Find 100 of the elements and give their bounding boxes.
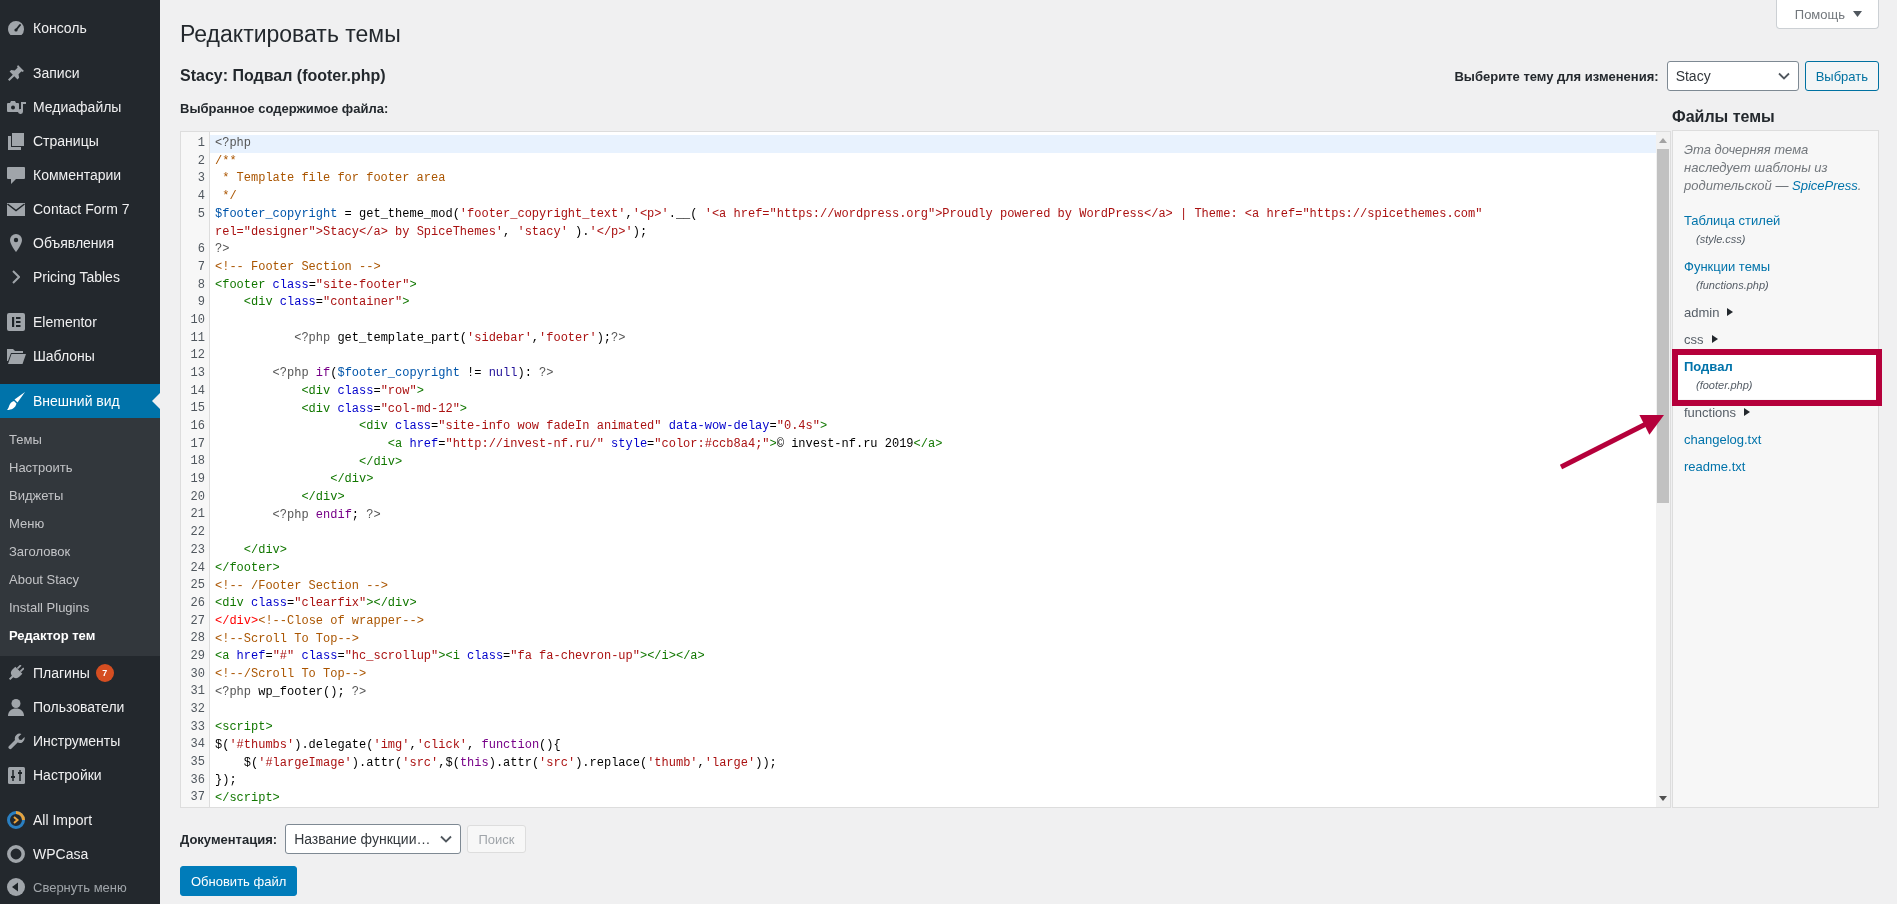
down-triangle-icon[interactable] (1659, 796, 1667, 801)
code-line: </div> (359, 453, 403, 471)
documentation-label: Документация: (180, 831, 278, 847)
menu-item[interactable]: Медиафайлы (0, 90, 160, 124)
line-number: 2 (197, 152, 205, 170)
file-link[interactable]: Таблица стилей (style.css) (1673, 206, 1878, 253)
menu-item[interactable]: Настройки (0, 758, 160, 792)
submenu-item[interactable]: Настроить (0, 453, 160, 481)
menu-item[interactable]: WPCasa (0, 837, 160, 871)
editor-label: Выбранное содержимое файла: (180, 100, 389, 118)
menu-item[interactable]: Pricing Tables (0, 260, 160, 294)
submenu-item[interactable]: Редактор тем (0, 621, 160, 649)
folder-icon (6, 348, 26, 364)
select-theme-button[interactable]: Выбрать (1804, 61, 1879, 91)
line-number: 7 (197, 258, 205, 276)
code-line: ?> (215, 241, 230, 259)
page-title: Редактировать темы (180, 20, 401, 49)
file-link[interactable]: Функции темы (functions.php) (1673, 252, 1878, 299)
theme-select[interactable]: Stacy (1666, 61, 1799, 91)
ring-icon (7, 845, 25, 863)
function-select[interactable]: Название функции… (285, 824, 462, 854)
line-number: 28 (190, 630, 205, 648)
code-line: */ (222, 188, 237, 206)
menu-item[interactable]: Объявления (0, 226, 160, 260)
menu-item[interactable]: All Import (0, 803, 160, 837)
line-number: 20 (190, 488, 205, 506)
help-button[interactable]: Помощь (1775, 0, 1879, 29)
menu-item[interactable]: Комментарии (0, 158, 160, 192)
collapse-menu-button[interactable]: Свернуть меню (0, 871, 160, 903)
menu-item[interactable]: Шаблоны (0, 339, 160, 373)
location-pin-icon (10, 234, 22, 252)
up-triangle-icon[interactable] (1659, 138, 1667, 143)
comment-icon (7, 166, 25, 184)
update-file-button[interactable]: Обновить файл (180, 866, 298, 896)
line-number: 14 (190, 382, 205, 400)
code-line: </div> (330, 471, 374, 489)
code-line: <div class="site-info wow fadeIn animated" data-wow-delay="0.4s"> (359, 418, 828, 436)
line-number: 4 (197, 188, 205, 206)
submenu-item[interactable]: Виджеты (0, 481, 160, 509)
menu-item[interactable]: Консоль (0, 11, 160, 45)
code-line: <div class="col-md-12"> (301, 400, 468, 418)
collapse-icon (7, 878, 25, 896)
submenu-item[interactable]: Темы (0, 425, 160, 453)
folder-item[interactable]: css (1673, 325, 1878, 353)
menu-item[interactable]: Пользователи (0, 690, 160, 724)
code-line: <footer class="site-footer"> (215, 276, 417, 294)
line-number: 3 (197, 170, 205, 188)
file-heading: Stacy: Подвал (footer.php) (180, 67, 386, 85)
wrench-icon (7, 732, 25, 750)
code-line: </div> (243, 542, 287, 560)
code-line: <!--/Scroll To Top--> (215, 666, 367, 684)
menu-item[interactable]: Плагины 7 (0, 656, 160, 690)
submenu-item[interactable]: Заголовок (0, 537, 160, 565)
line-number: 36 (190, 771, 205, 789)
folder-item[interactable]: admin (1673, 298, 1878, 326)
submenu-item[interactable]: About Stacy (0, 565, 160, 593)
code-line: <div class="container"> (243, 294, 410, 312)
file-link[interactable]: changelog.txt (1673, 425, 1878, 453)
menu-item[interactable]: Внешний вид (0, 384, 160, 418)
pin-icon (8, 65, 24, 81)
sliders-icon (7, 766, 25, 784)
code-line: <?php if($footer_copyright != null): ?> (272, 365, 554, 383)
person-icon (8, 698, 24, 716)
code-line: <a href="http://invest-nf.ru/" style="color:#ccb8a4;">© invest-nf.ru 2019</a> (387, 435, 943, 453)
file-link[interactable]: readme.txt (1673, 452, 1878, 480)
line-number: 18 (190, 453, 205, 471)
scrollbar-thumb[interactable] (1657, 149, 1669, 503)
code-line: </footer> (215, 559, 280, 577)
theme-select-label: Выберите тему для изменения: (1454, 68, 1659, 84)
parent-theme-link[interactable]: SpicePress (1792, 178, 1858, 193)
code-line: <?php (215, 135, 251, 152)
code-line: <?php wp_footer(); ?> (215, 683, 367, 701)
menu-item[interactable]: Elementor (0, 305, 160, 339)
child-theme-note: Эта дочерняя тема наследует шаблоны из родительской — SpicePress. (1684, 141, 1863, 195)
line-number: 37 (190, 789, 205, 807)
menu-item[interactable]: Инструменты (0, 724, 160, 758)
line-number: 25 (190, 577, 205, 595)
line-number: 27 (190, 612, 205, 630)
code-line: /** (215, 152, 237, 170)
line-number: 9 (197, 294, 205, 312)
line-number: 16 (190, 418, 205, 435)
line-number: 19 (190, 471, 205, 489)
line-number: 29 (190, 647, 205, 665)
code-line: </div><!--Close of wrapper--> (215, 612, 424, 630)
code-line: <?php endif; ?> (272, 506, 381, 524)
folder-item[interactable]: functions (1673, 398, 1878, 426)
camera-note-icon (6, 100, 26, 114)
code-line: <!-- /Footer Section --> (215, 577, 388, 595)
line-number: 15 (190, 400, 205, 418)
code-line: <div class="row"> (301, 382, 424, 400)
code-line: }); (215, 772, 237, 790)
code-line: <?php get_template_part('sidebar','footer');?> (294, 329, 626, 347)
line-number: 17 (190, 435, 205, 453)
line-number: 26 (190, 594, 205, 612)
submenu-item[interactable]: Меню (0, 509, 160, 537)
menu-item[interactable]: Contact Form 7 (0, 192, 160, 226)
submenu-item[interactable]: Install Plugins (0, 593, 160, 621)
menu-item[interactable]: Записи (0, 56, 160, 90)
line-number: 12 (190, 347, 205, 365)
menu-item[interactable]: Страницы (0, 124, 160, 158)
